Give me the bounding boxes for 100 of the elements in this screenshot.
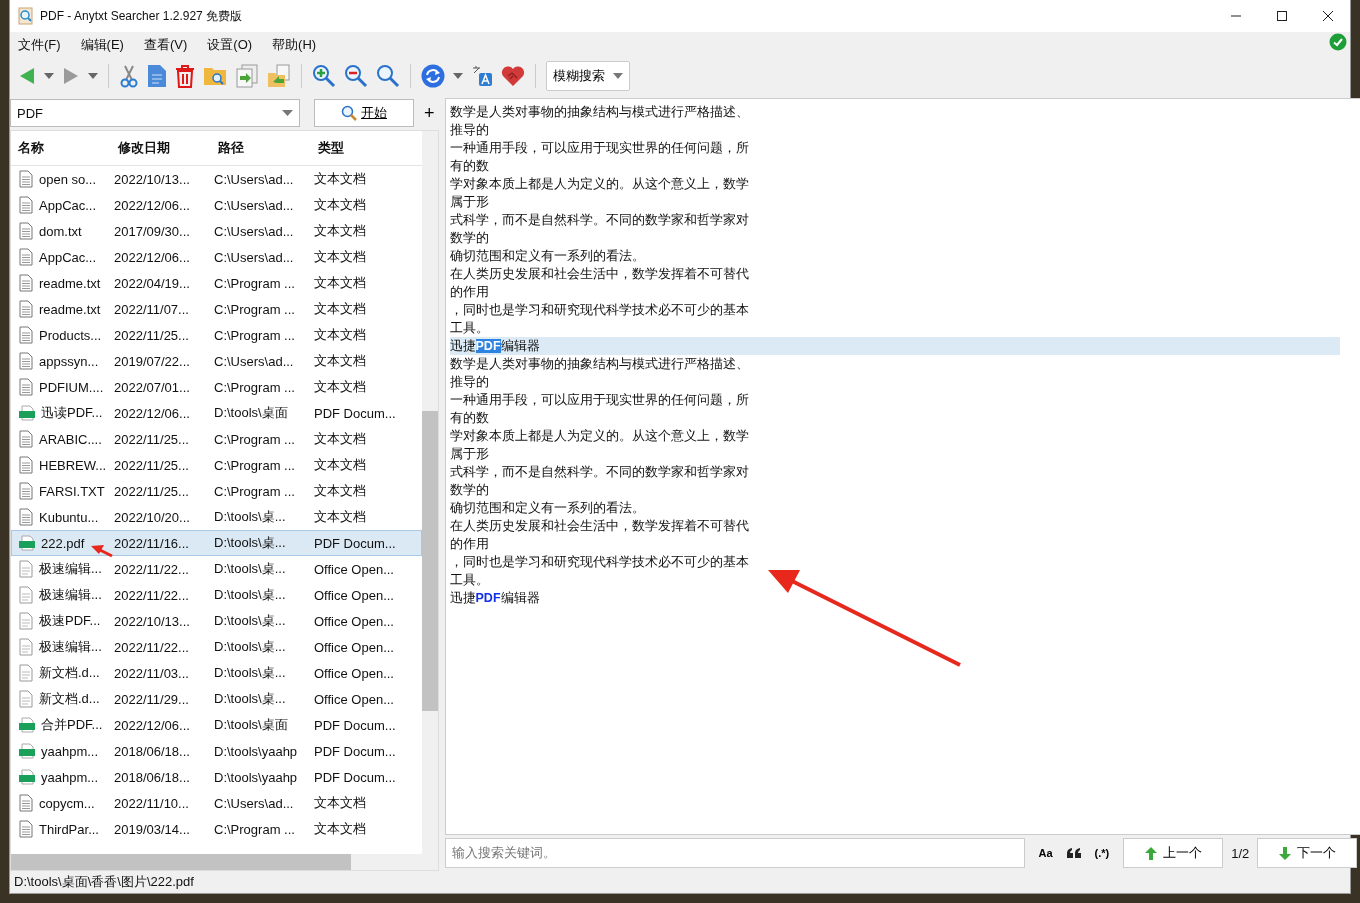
- column-header[interactable]: 路径: [211, 139, 311, 157]
- regex-button[interactable]: (.*): [1088, 847, 1116, 859]
- table-cell: yaahpm...: [41, 769, 99, 785]
- result-row[interactable]: 极速PDF... 2022/10/13... D:\tools\桌... Office Open...: [11, 608, 422, 634]
- result-row[interactable]: PDFIUM.... 2022/07/01... C:\Program ... 文本文档: [11, 374, 422, 400]
- caret-icon[interactable]: [44, 73, 54, 79]
- quote-icon[interactable]: [1066, 848, 1081, 858]
- text-file-icon: [19, 326, 33, 344]
- search-mode-dropdown[interactable]: 模糊搜索: [546, 61, 630, 91]
- table-cell-text: PDF Docum...: [314, 717, 397, 733]
- caret-icon[interactable]: [88, 73, 98, 79]
- table-cell: 极速编辑...: [39, 638, 102, 656]
- window-title: PDF - Anytxt Searcher 1.2.927 免费版: [40, 7, 243, 25]
- table-cell-text: 2022/11/22...: [114, 587, 190, 603]
- result-row[interactable]: 极速编辑... 2022/11/22... D:\tools\桌... Office Open...: [11, 634, 422, 660]
- result-row[interactable]: yaahpm... 2018/06/18... D:\tools\yaahp PDF Docum...: [11, 738, 422, 764]
- scissors-icon[interactable]: [119, 64, 139, 88]
- table-cell-text: 文本文档: [314, 274, 367, 292]
- menu-item[interactable]: 查看(V): [143, 36, 188, 54]
- result-row[interactable]: 合并PDF... 2022/12/06... D:\tools\桌面 PDF Docum...: [11, 712, 422, 738]
- copy-document-icon[interactable]: [235, 64, 259, 88]
- result-row[interactable]: appssyn... 2019/07/22... C:\Users\ad... 文本文档: [11, 348, 422, 374]
- result-row[interactable]: AppCac... 2022/12/06... C:\Users\ad... 文本文档: [11, 244, 422, 270]
- table-cell-text: 2018/06/18...: [114, 743, 191, 759]
- result-row[interactable]: 迅读PDF... 2022/12/06... D:\tools\桌面 PDF Docum...: [11, 400, 422, 426]
- next-button[interactable]: 下一个: [1257, 838, 1358, 868]
- folder-search-icon[interactable]: [203, 65, 227, 87]
- table-cell: open so...: [39, 171, 97, 187]
- zoom-in-icon[interactable]: [312, 64, 336, 88]
- match-case-button[interactable]: Aa: [1032, 847, 1059, 859]
- result-row[interactable]: readme.txt 2022/11/07... C:\Program ... 文本文档: [11, 296, 422, 322]
- table-cell-text: C:\Program ...: [214, 457, 296, 473]
- menu-item[interactable]: 编辑(E): [80, 36, 124, 54]
- add-button[interactable]: +: [420, 102, 439, 124]
- export-folder-icon[interactable]: [267, 64, 291, 88]
- result-row[interactable]: open so... 2022/10/13... C:\Users\ad... 文本文档: [11, 166, 422, 192]
- document-icon[interactable]: [147, 64, 167, 88]
- result-row[interactable]: 极速编辑... 2022/11/22... D:\tools\桌... Office Open...: [11, 582, 422, 608]
- result-row[interactable]: yaahpm... 2018/06/18... D:\tools\yaahp PDF Docum...: [11, 764, 422, 790]
- menu-item[interactable]: 文件(F): [18, 36, 61, 54]
- table-cell-text: C:\Program ...: [214, 275, 296, 291]
- search-field[interactable]: 输入搜索关键词。: [444, 838, 1025, 868]
- result-row[interactable]: readme.txt 2022/04/19... C:\Program ... 文本文档: [11, 270, 422, 296]
- scrollbar[interactable]: [11, 854, 422, 870]
- table-cell-text: 2022/10/13...: [114, 171, 191, 187]
- table-cell-text: 文本文档: [314, 378, 367, 396]
- result-row[interactable]: Products... 2022/11/25... C:\Program ... 文本文档: [11, 322, 422, 348]
- result-row[interactable]: ThirdPar... 2019/03/14... C:\Program ... 文本文档: [11, 816, 422, 842]
- text-file-icon: [19, 378, 33, 396]
- column-header[interactable]: 名称: [11, 139, 111, 157]
- result-row[interactable]: FARSI.TXT 2022/11/25... C:\Program ... 文本文档: [11, 478, 422, 504]
- result-row[interactable]: 新文档.d... 2022/11/29... D:\tools\桌... Office Open...: [11, 686, 422, 712]
- caret-icon[interactable]: [453, 73, 463, 79]
- maximize-icon[interactable]: [1276, 10, 1288, 22]
- menu-item[interactable]: 设置(O): [207, 36, 253, 54]
- trash-icon[interactable]: [175, 64, 195, 88]
- close-icon[interactable]: [1322, 10, 1334, 22]
- translate-icon[interactable]: [471, 65, 493, 87]
- table-cell-text: 2022/11/03...: [114, 665, 190, 681]
- table-cell-text: 2022/12/06...: [114, 717, 191, 733]
- result-row[interactable]: 新文档.d... 2022/11/03... D:\tools\桌... Office Open...: [11, 660, 422, 686]
- search-field[interactable]: PDF: [10, 99, 300, 127]
- start-button[interactable]: 开始: [314, 99, 414, 127]
- table-cell: 新文档.d...: [39, 690, 100, 708]
- pdf-file-icon: [19, 535, 35, 551]
- table-cell: dom.txt: [39, 223, 82, 239]
- previous-button[interactable]: 上一个: [1123, 838, 1224, 868]
- caret-icon[interactable]: [282, 110, 293, 116]
- column-header[interactable]: 类型: [311, 139, 411, 157]
- table-cell: readme.txt: [39, 301, 101, 317]
- table-cell-text: D:\tools\yaahp: [214, 743, 299, 759]
- heart-icon[interactable]: [501, 65, 525, 87]
- search-icon[interactable]: [376, 64, 400, 88]
- scrollbar[interactable]: [421, 131, 438, 870]
- result-row[interactable]: 极速编辑... 2022/11/22... D:\tools\桌... Office Open...: [11, 556, 422, 582]
- text-file-icon: [19, 430, 33, 448]
- result-row[interactable]: Kubuntu... 2022/10/20... D:\tools\桌... 文本文档: [11, 504, 422, 530]
- table-cell: 合并PDF...: [41, 716, 103, 734]
- result-row[interactable]: dom.txt 2017/09/30... C:\Users\ad... 文本文档: [11, 218, 422, 244]
- table-cell-text: C:\Users\ad...: [214, 223, 295, 239]
- menu-item[interactable]: 帮助(H): [272, 36, 317, 54]
- file-path: D:\tools\桌面\香香\图片\222.pdf: [14, 873, 194, 891]
- match-counter: 1/2: [1231, 845, 1250, 861]
- result-row[interactable]: HEBREW... 2022/11/25... C:\Program ... 文本文档: [11, 452, 422, 478]
- text-file-icon: [19, 508, 33, 526]
- result-row[interactable]: 222.pdf 2022/11/16... D:\tools\桌... PDF Docum...: [11, 530, 422, 556]
- column-header[interactable]: 修改日期: [111, 139, 211, 157]
- result-row[interactable]: AppCac... 2022/12/06... C:\Users\ad... 文本文档: [11, 192, 422, 218]
- table-cell-text: C:\Program ...: [214, 379, 296, 395]
- table-cell: 迅读PDF...: [41, 404, 103, 422]
- refresh-icon[interactable]: [421, 64, 445, 88]
- back-icon[interactable]: [18, 66, 36, 86]
- result-row[interactable]: ARABIC.... 2022/11/25... C:\Program ... 文本文档: [11, 426, 422, 452]
- zoom-out-icon[interactable]: [344, 64, 368, 88]
- text-file-icon: [19, 248, 33, 266]
- result-row[interactable]: copycm... 2022/11/10... C:\Users\ad... 文本文档: [11, 790, 422, 816]
- table-cell-text: 2022/11/22...: [114, 639, 190, 655]
- table-cell: 极速PDF...: [39, 612, 101, 630]
- caret-icon[interactable]: [613, 73, 623, 79]
- forward-icon[interactable]: [62, 66, 80, 86]
